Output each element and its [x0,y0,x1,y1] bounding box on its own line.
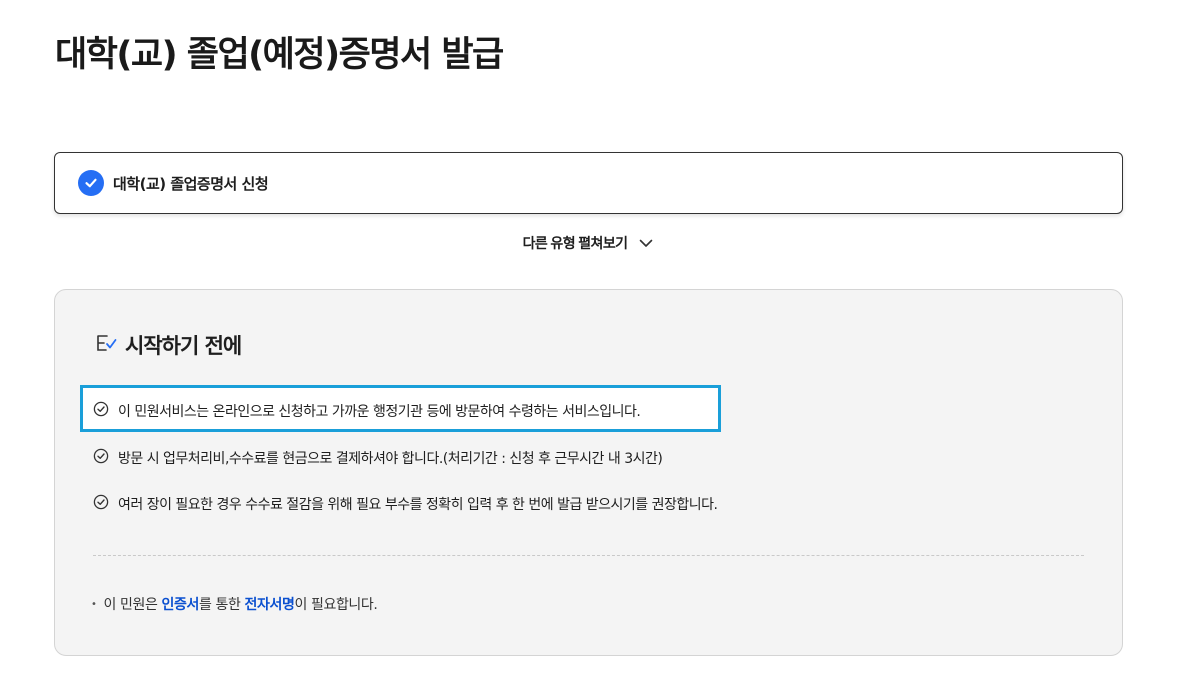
expand-other-types-label: 다른 유형 펼쳐보기 [522,235,628,251]
notice-item: 방문 시 업무처리비,수수료를 현금으로 결제하셔야 합니다.(처리기간 : 신… [93,446,663,470]
check-outline-icon [93,448,109,468]
notice-text: 방문 시 업무처리비,수수료를 현금으로 결제하셔야 합니다.(처리기간 : 신… [118,451,663,467]
notice-item: 여러 장이 필요한 경우 수수료 절감을 위해 필요 부수를 정확히 입력 후 … [93,492,718,516]
chevron-down-icon [639,239,653,248]
before-start-panel: 시작하기 전에 이 민원서비스는 온라인으로 신청하고 가까운 행정기관 등에 … [54,289,1123,656]
footnote: • 이 민원은 인증서 를 통한 전자서명 이 필요합니다. [91,594,378,614]
selected-type-label: 대학(교) 졸업증명서 신청 [113,174,269,193]
footnote-term-certificate: 인증서 [161,597,200,613]
footnote-suffix: 이 필요합니다. [294,597,378,613]
check-outline-icon [93,401,109,421]
checklist-icon [95,332,117,358]
check-circle-icon [78,170,104,196]
notice-text: 이 민원서비스는 온라인으로 신청하고 가까운 행정기관 등에 방문하여 수령하… [118,404,641,420]
bullet-icon: • [91,598,97,610]
footnote-prefix: 이 민원은 [103,597,162,613]
footnote-term-esignature: 전자서명 [244,597,295,613]
selected-type-option[interactable]: 대학(교) 졸업증명서 신청 [54,152,1123,214]
before-start-title: 시작하기 전에 [125,334,242,358]
footnote-middle: 를 통한 [198,597,245,613]
expand-other-types-button[interactable]: 다른 유형 펼쳐보기 [0,231,1176,255]
notice-text: 여러 장이 필요한 경우 수수료 절감을 위해 필요 부수를 정확히 입력 후 … [118,497,718,513]
divider [93,555,1084,556]
page-title: 대학(교) 졸업(예정)증명서 발급 [55,35,504,75]
check-outline-icon [93,494,109,514]
before-start-heading: 시작하기 전에 [95,330,242,360]
notice-item: 이 민원서비스는 온라인으로 신청하고 가까운 행정기관 등에 방문하여 수령하… [93,399,641,423]
